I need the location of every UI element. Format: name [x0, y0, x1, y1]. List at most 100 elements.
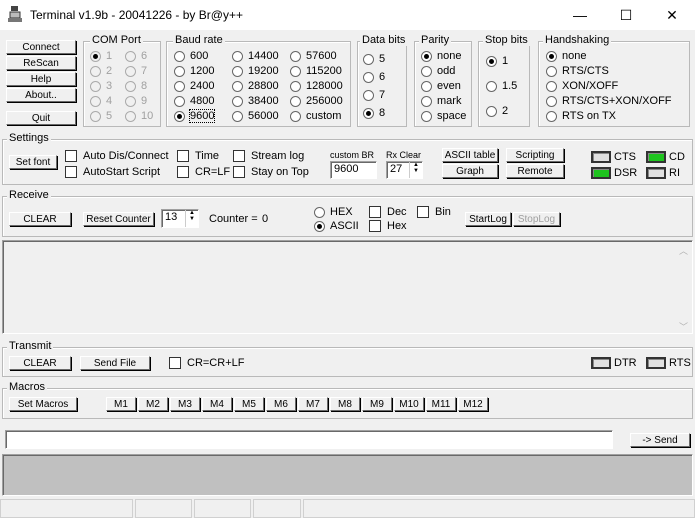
baud-28800[interactable]: 28800	[232, 80, 279, 92]
data-bits-6[interactable]: 6	[363, 71, 385, 83]
handshaking-rts-cts-xon-xoff[interactable]: RTS/CTS+XON/XOFF	[546, 95, 672, 107]
connect-button[interactable]: Connect	[6, 40, 76, 54]
handshaking-none[interactable]: none	[546, 50, 586, 62]
close-button[interactable]: ✕	[649, 0, 695, 30]
baud-14400[interactable]: 14400	[232, 50, 279, 62]
com-port-6[interactable]: 6	[125, 50, 147, 62]
set-macros-button[interactable]: Set Macros	[9, 397, 77, 411]
reset-counter-button[interactable]: Reset Counter	[83, 212, 154, 226]
baud-19200[interactable]: 19200	[232, 65, 279, 77]
cr-lf-checkbox[interactable]: CR=LF	[177, 166, 230, 178]
data-bits-8[interactable]: 8	[363, 107, 385, 119]
send-file-button[interactable]: Send File	[80, 356, 150, 370]
chevron-down-icon[interactable]: ▼	[413, 168, 419, 174]
set-font-button[interactable]: Set font	[9, 155, 57, 169]
dtr-indicator[interactable]	[591, 357, 611, 369]
hex-checkbox[interactable]: Hex	[369, 220, 407, 232]
transmit-input[interactable]	[5, 430, 613, 449]
data-bits-5[interactable]: 5	[363, 53, 385, 65]
auto-dis-connect-checkbox[interactable]: Auto Dis/Connect	[65, 150, 169, 162]
chevron-down-icon[interactable]: ▼	[189, 216, 195, 222]
macro-m9-button[interactable]: M9	[362, 397, 392, 411]
data-bits-7[interactable]: 7	[363, 89, 385, 101]
receive-ascii-radio[interactable]: ASCII	[314, 220, 359, 232]
baud-9600[interactable]: 9600	[174, 109, 216, 123]
macro-m7-button[interactable]: M7	[298, 397, 328, 411]
macro-m10-button[interactable]: M10	[394, 397, 424, 411]
parity-odd[interactable]: odd	[421, 65, 455, 77]
com-port-10[interactable]: 10	[125, 110, 153, 122]
maximize-button[interactable]: ☐	[603, 0, 649, 30]
com-port-4[interactable]: 4	[90, 95, 112, 107]
baud-1200[interactable]: 1200	[174, 65, 214, 77]
graph-button[interactable]: Graph	[442, 164, 498, 178]
rescan-button[interactable]: ReScan	[6, 56, 76, 70]
com-port-2[interactable]: 2	[90, 65, 112, 77]
baud-256000[interactable]: 256000	[290, 95, 343, 107]
receive-hex-radio[interactable]: HEX	[314, 206, 353, 218]
stay-on-top-checkbox[interactable]: Stay on Top	[233, 166, 309, 178]
macro-m6-button[interactable]: M6	[266, 397, 296, 411]
send-button[interactable]: -> Send	[630, 433, 690, 447]
parity-space[interactable]: space	[421, 110, 466, 122]
minimize-button[interactable]: —	[557, 0, 603, 30]
counter-spinner[interactable]: 13 ▲ ▼	[161, 209, 199, 228]
stream-log-checkbox[interactable]: Stream log	[233, 150, 304, 162]
macro-m2-button[interactable]: M2	[138, 397, 168, 411]
macro-m11-button[interactable]: M11	[426, 397, 456, 411]
baud-56000[interactable]: 56000	[232, 110, 279, 122]
rx-clear-spinner[interactable]: ▲ ▼	[409, 162, 422, 178]
scripting-button[interactable]: Scripting	[506, 148, 564, 162]
handshaking-rts-on-tx[interactable]: RTS on TX	[546, 110, 616, 122]
about-button[interactable]: About..	[6, 88, 76, 102]
ascii-table-button[interactable]: ASCII table	[442, 148, 498, 162]
help-button[interactable]: Help	[6, 72, 76, 86]
handshaking-xon-xoff[interactable]: XON/XOFF	[546, 80, 618, 92]
com-port-8[interactable]: 8	[125, 80, 147, 92]
macro-m8-button[interactable]: M8	[330, 397, 360, 411]
chevron-up-icon[interactable]: ︿	[679, 244, 688, 257]
stop-bits-2[interactable]: 2	[486, 105, 508, 117]
baud-2400[interactable]: 2400	[174, 80, 214, 92]
com-port-1[interactable]: 1	[90, 50, 112, 62]
parity-even[interactable]: even	[421, 80, 461, 92]
macro-m4-button[interactable]: M4	[202, 397, 232, 411]
baud-115200[interactable]: 115200	[290, 65, 342, 77]
dec-checkbox[interactable]: Dec	[369, 206, 407, 218]
macro-m1-button[interactable]: M1	[106, 397, 136, 411]
parity-mark[interactable]: mark	[421, 95, 461, 107]
baud-4800[interactable]: 4800	[174, 95, 214, 107]
macro-m3-button[interactable]: M3	[170, 397, 200, 411]
com-port-5[interactable]: 5	[90, 110, 112, 122]
receive-text-area[interactable]	[2, 240, 693, 334]
remote-button[interactable]: Remote	[506, 164, 564, 178]
macro-m12-button[interactable]: M12	[458, 397, 488, 411]
baud-38400[interactable]: 38400	[232, 95, 279, 107]
com-port-3[interactable]: 3	[90, 80, 112, 92]
start-log-button[interactable]: StartLog	[465, 212, 511, 226]
counter-spin-buttons[interactable]: ▲ ▼	[185, 210, 198, 227]
time-checkbox[interactable]: Time	[177, 150, 219, 162]
chevron-down-icon[interactable]: ﹀	[679, 320, 688, 333]
cr-crlf-checkbox[interactable]: CR=CR+LF	[169, 357, 244, 369]
quit-button[interactable]: Quit	[6, 111, 76, 125]
stop-bits-1-5[interactable]: 1.5	[486, 80, 517, 92]
rts-indicator[interactable]	[646, 357, 666, 369]
baud-custom[interactable]: custom	[290, 110, 341, 122]
baud-600[interactable]: 600	[174, 50, 208, 62]
transmit-clear-button[interactable]: CLEAR	[9, 356, 71, 370]
custom-br-input[interactable]: 9600	[330, 161, 377, 179]
parity-none[interactable]: none	[421, 50, 461, 62]
rx-clear-input[interactable]: 27 ▲ ▼	[386, 161, 423, 179]
stop-log-button[interactable]: StopLog	[513, 212, 560, 226]
autostart-script-checkbox[interactable]: AutoStart Script	[65, 166, 160, 178]
handshaking-rts-cts[interactable]: RTS/CTS	[546, 65, 609, 77]
com-port-9[interactable]: 9	[125, 95, 147, 107]
stop-bits-1[interactable]: 1	[486, 55, 508, 67]
receive-clear-button[interactable]: CLEAR	[9, 212, 71, 226]
baud-128000[interactable]: 128000	[290, 80, 343, 92]
macro-m5-button[interactable]: M5	[234, 397, 264, 411]
com-port-7[interactable]: 7	[125, 65, 147, 77]
baud-57600[interactable]: 57600	[290, 50, 337, 62]
bin-checkbox[interactable]: Bin	[417, 206, 451, 218]
